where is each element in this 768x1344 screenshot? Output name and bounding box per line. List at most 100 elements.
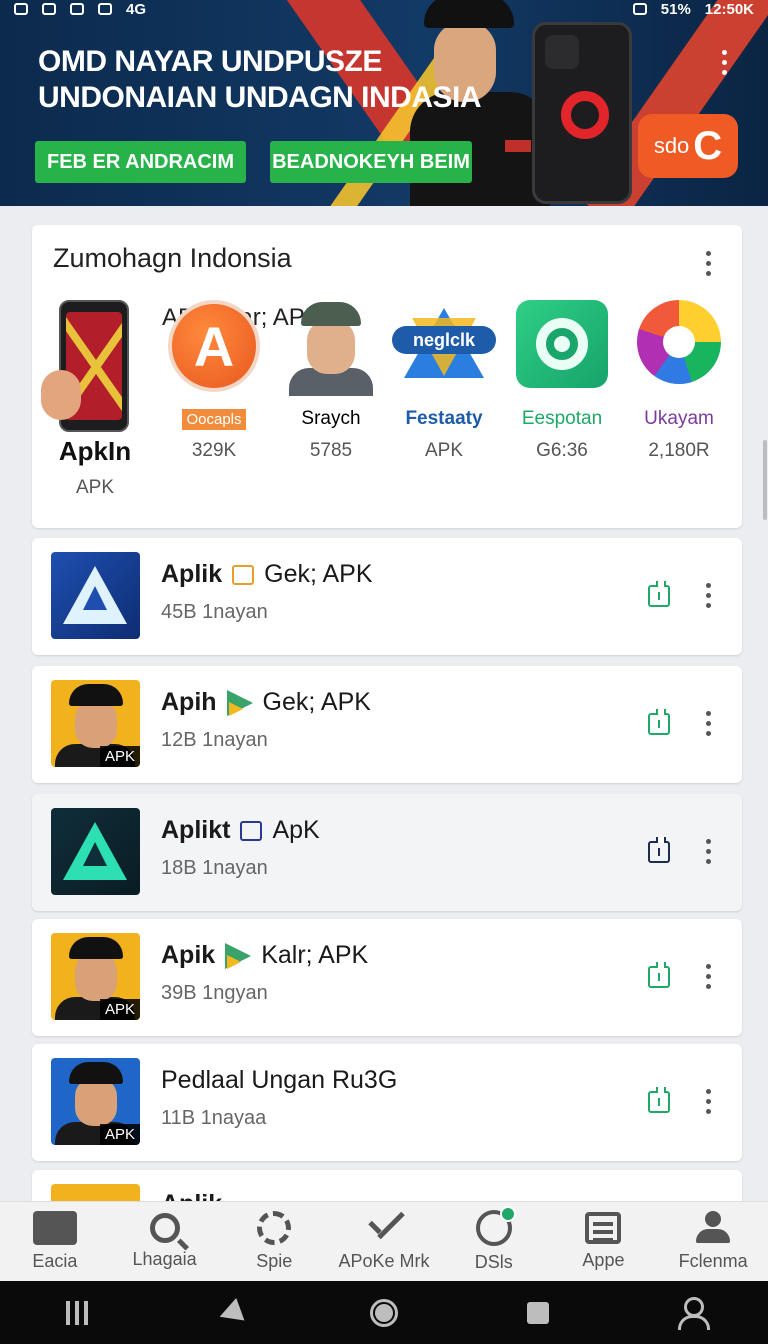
gear-logo-icon xyxy=(516,300,608,388)
play-icon xyxy=(226,689,253,716)
avatar-icon xyxy=(285,300,377,396)
banner-more-icon[interactable] xyxy=(716,50,732,75)
scrollbar[interactable] xyxy=(763,440,767,520)
more-icon[interactable] xyxy=(706,1089,711,1114)
back-icon xyxy=(215,1297,245,1328)
list-item[interactable]: Aplik Gek; APK 45B 1nayan xyxy=(32,538,742,655)
square-icon xyxy=(526,1301,549,1324)
shield-icon xyxy=(70,3,84,15)
more-icon[interactable] xyxy=(706,711,711,736)
featured-app-tag: Oocapls xyxy=(182,409,246,430)
nav-label: APoKe Mrk xyxy=(338,1251,430,1271)
nav-item-apoke-mrk[interactable]: APoKe Mrk xyxy=(329,1202,439,1281)
system-nav-bar xyxy=(0,1281,768,1344)
wifi-icon xyxy=(632,3,647,15)
nav-item-eacia[interactable]: Eacia xyxy=(0,1202,110,1281)
badge-icon xyxy=(240,820,263,841)
featured-app-oocapls[interactable]: A Oocapls 329K xyxy=(155,300,273,462)
triangle-logo-icon: neglclk xyxy=(392,300,496,392)
nav-label: Eacia xyxy=(32,1251,78,1271)
app-name: Pedlaal Ungan Ru3G xyxy=(161,1066,398,1094)
app-icon: APK xyxy=(51,933,140,1020)
nav-label: Lhagaia xyxy=(132,1249,197,1269)
featured-app-name: Sraych xyxy=(301,408,361,429)
app-meta: 39B 1ngyan xyxy=(161,982,268,1004)
overview-button[interactable] xyxy=(518,1293,558,1333)
list-item[interactable]: Aplikt ApK 18B 1nayan xyxy=(32,794,742,911)
app-suffix: Gek; APK xyxy=(264,560,373,588)
home-button[interactable] xyxy=(364,1293,404,1333)
promo-banner[interactable]: 4G 51% 12:50K OMD NAYAR UNDPUSZE UNDONAI… xyxy=(0,0,768,206)
nav-item-lhagaia[interactable]: Lhagaia xyxy=(110,1202,220,1281)
nav-label: DSls xyxy=(474,1252,513,1272)
user-icon xyxy=(678,1298,704,1328)
badge-icon xyxy=(232,564,255,585)
search-icon xyxy=(149,1213,180,1243)
featured-app-name: Eespotan xyxy=(521,408,603,429)
more-icon[interactable] xyxy=(706,583,711,608)
download-icon[interactable] xyxy=(648,581,670,607)
featured-app-apkin[interactable]: ApkIn APK xyxy=(36,300,154,499)
image-icon xyxy=(42,3,56,15)
featured-app-eespotan[interactable]: Eespotan G6:36 xyxy=(503,300,621,462)
app-meta: 11B 1nayaa xyxy=(161,1107,267,1129)
download-icon[interactable] xyxy=(648,1087,670,1113)
featured-app-sraych[interactable]: Sraych 5785 xyxy=(272,300,390,462)
home-icon xyxy=(369,1298,398,1327)
list-item[interactable]: APK Pedlaal Ungan Ru3G 11B 1nayaa xyxy=(32,1044,742,1161)
recents-icon[interactable] xyxy=(57,1293,97,1333)
status-bar: 4G 51% 12:50K xyxy=(0,0,768,18)
account-button[interactable] xyxy=(671,1293,711,1333)
nav-item-spie[interactable]: Spie xyxy=(219,1202,329,1281)
phone-icon xyxy=(41,300,141,432)
bag-icon xyxy=(32,1211,77,1245)
app-screen: 4G 51% 12:50K OMD NAYAR UNDPUSZE UNDONAI… xyxy=(0,0,768,1344)
app-suffix: ApK xyxy=(272,816,320,844)
list-item[interactable]: APK Apik Kalr; APK 39B 1ngyan xyxy=(32,919,742,1036)
banner-phone-image xyxy=(532,22,632,204)
list-item[interactable]: APK Apih Gek; APK 12B 1nayan xyxy=(32,666,742,783)
nav-item-appe[interactable]: Appe xyxy=(549,1202,659,1281)
nav-label: Appe xyxy=(582,1250,625,1270)
more-icon[interactable] xyxy=(706,839,711,864)
section-more-icon[interactable] xyxy=(706,251,711,276)
app-meta: 45B 1nayan xyxy=(161,601,268,623)
banner-title: OMD NAYAR UNDPUSZE UNDONAIAN UNDAGN INDA… xyxy=(38,45,482,114)
person-icon xyxy=(694,1211,732,1245)
featured-app-ukayam[interactable]: Ukayam 2,180R xyxy=(620,300,738,462)
featured-app-name: Festaaty xyxy=(405,408,483,429)
download-icon[interactable] xyxy=(648,837,670,863)
banner-primary-button[interactable]: FEB ER ANDRACIM xyxy=(35,141,246,183)
featured-app-festaaty[interactable]: neglclk Festaaty APK xyxy=(385,300,503,462)
featured-app-meta: 2,180R xyxy=(648,440,710,461)
download-icon[interactable] xyxy=(648,709,670,735)
nav-item-dsls[interactable]: DSls xyxy=(439,1202,549,1281)
flower-icon xyxy=(257,1211,292,1245)
notification-icon xyxy=(14,3,28,15)
color-wheel-icon xyxy=(637,300,721,384)
nav-label: Spie xyxy=(256,1251,293,1271)
app-icon xyxy=(51,808,140,895)
featured-section: Zumohagn Indonsia APK Star; APK › ApkIn … xyxy=(32,225,742,528)
ring-icon xyxy=(475,1206,516,1246)
check-icon xyxy=(364,1211,404,1245)
back-button[interactable] xyxy=(210,1293,250,1333)
app-name: Apik xyxy=(161,941,216,969)
featured-app-name: ApkIn xyxy=(58,436,132,466)
app-name: Aplikt xyxy=(161,816,231,844)
app-logo-icon: A xyxy=(168,300,260,392)
featured-app-meta: APK xyxy=(75,477,115,498)
news-icon xyxy=(585,1212,622,1244)
nav-label: Fclenma xyxy=(678,1251,748,1271)
app-meta: 12B 1nayan xyxy=(161,729,268,751)
app-suffix: Gek; APK xyxy=(262,688,371,716)
app-icon: APK xyxy=(51,680,140,767)
featured-app-name: Ukayam xyxy=(644,408,714,429)
banner-secondary-button[interactable]: BEADNOKEYH BEIM xyxy=(270,141,472,183)
brand-logo[interactable]: sdo C xyxy=(638,114,738,178)
more-icon[interactable] xyxy=(706,964,711,989)
app-icon: APK xyxy=(51,1058,140,1145)
app-suffix: Kalr; APK xyxy=(261,941,369,969)
nav-item-fclenma[interactable]: Fclenma xyxy=(658,1202,768,1281)
download-icon[interactable] xyxy=(648,962,670,988)
